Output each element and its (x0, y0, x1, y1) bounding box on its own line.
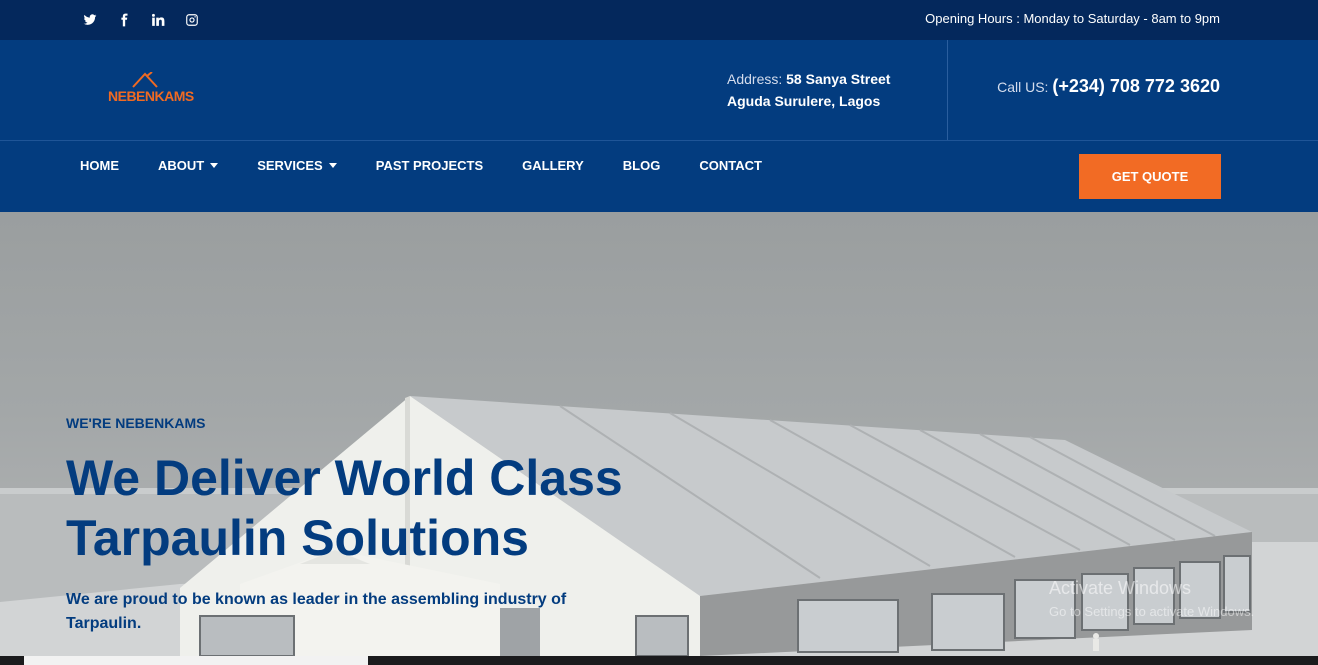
nav-contact-label: CONTACT (699, 158, 762, 173)
facebook-icon[interactable] (116, 12, 132, 28)
call-label: Call US: (997, 79, 1049, 95)
logo[interactable]: NEBENKAMS (106, 72, 194, 112)
nav-past-projects-label: PAST PROJECTS (375, 158, 484, 173)
nav-blog-label: BLOG (622, 158, 661, 173)
nav-contact[interactable]: CONTACT (699, 158, 762, 173)
nav-home-label: HOME (80, 158, 119, 173)
address-block: Address: 58 Sanya Street Aguda Surulere,… (727, 68, 890, 112)
activate-windows-subtitle: Go to Settings to activate Windows. (1049, 604, 1255, 619)
linkedin-icon[interactable] (150, 12, 166, 28)
logo-text: NEBENKAMS (108, 88, 194, 104)
hero-headline: We Deliver World Class Tarpaulin Solutio… (66, 448, 746, 568)
opening-hours: Opening Hours : Monday to Saturday - 8am… (925, 11, 1220, 26)
nav-gallery-label: GALLERY (522, 158, 584, 173)
hero-headline-line2: Tarpaulin Solutions (66, 510, 529, 566)
hero-eyebrow: WE'RE NEBENKAMS (66, 415, 206, 431)
address-line2: Aguda Surulere, Lagos (727, 93, 881, 109)
header-divider (947, 40, 948, 140)
top-bar: Opening Hours : Monday to Saturday - 8am… (0, 0, 1318, 40)
hero-subtext: We are proud to be known as leader in th… (66, 591, 567, 632)
nav-home[interactable]: HOME (80, 158, 119, 173)
instagram-icon[interactable] (184, 12, 200, 28)
nav-services[interactable]: SERVICES (257, 158, 337, 173)
logo-roof-icon (132, 72, 158, 88)
social-links (82, 12, 200, 28)
nav-gallery[interactable]: GALLERY (522, 158, 584, 173)
activate-windows-title: Activate Windows (1049, 578, 1192, 598)
os-taskbar (0, 656, 1318, 665)
chevron-down-icon (210, 163, 219, 168)
site-header: NEBENKAMS Address: 58 Sanya Street Aguda… (0, 40, 1318, 141)
nav-blog[interactable]: BLOG (623, 158, 661, 173)
nav-past-projects[interactable]: PAST PROJECTS (376, 158, 483, 173)
chevron-down-icon (328, 163, 337, 168)
taskbar-search-box[interactable] (24, 656, 368, 665)
hero-headline-line1: We Deliver World Class (66, 450, 623, 506)
address-line1: 58 Sanya Street (786, 71, 891, 87)
main-nav: HOME ABOUT SERVICES PAST PROJECTS GALLER… (0, 141, 1318, 212)
address-label: Address: (727, 71, 783, 87)
nav-items: HOME ABOUT SERVICES PAST PROJECTS GALLER… (80, 158, 762, 173)
hero-banner: WE'RE NEBENKAMS We Deliver World Class T… (0, 212, 1318, 656)
nav-about[interactable]: ABOUT (158, 158, 219, 173)
nav-services-label: SERVICES (257, 158, 323, 173)
phone-number[interactable]: (+234) 708 772 3620 (1052, 76, 1220, 96)
get-quote-button[interactable]: GET QUOTE (1079, 154, 1221, 199)
call-block: Call US: (+234) 708 772 3620 (997, 76, 1220, 97)
twitter-icon[interactable] (82, 12, 98, 28)
nav-about-label: ABOUT (158, 158, 205, 173)
